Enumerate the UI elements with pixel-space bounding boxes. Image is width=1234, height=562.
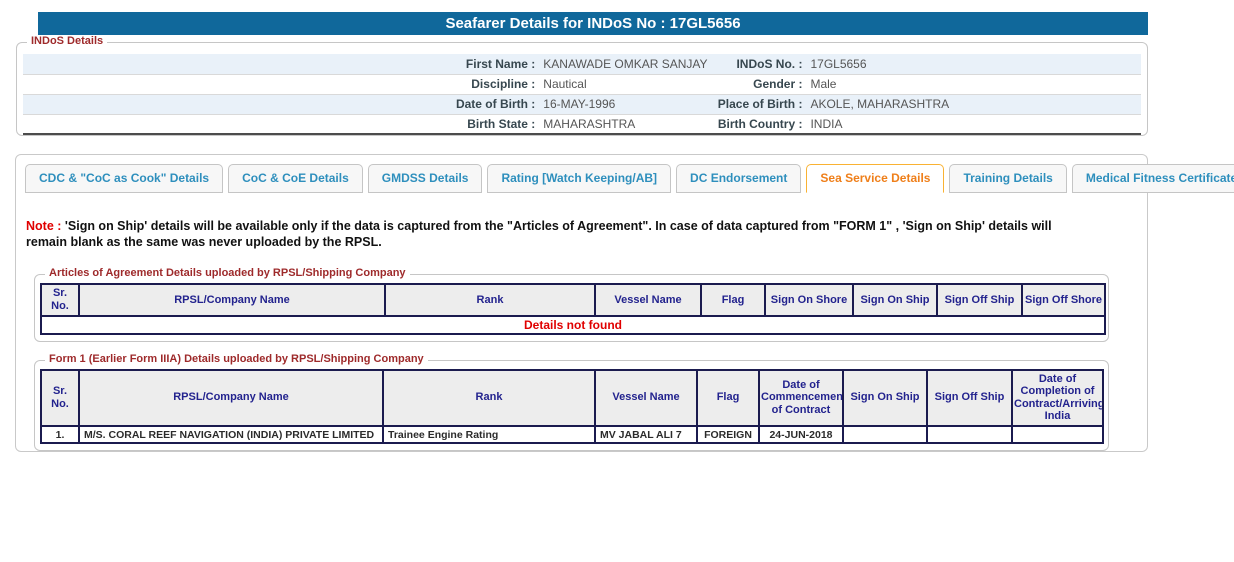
column-header-sr-no: Sr. No. — [41, 284, 79, 315]
column-header-date-of-commencement: Date of Commencement of Contract — [759, 370, 843, 427]
tab-sea-service-details[interactable]: Sea Service Details — [806, 164, 944, 193]
table-row: 1. M/S. CORAL REEF NAVIGATION (INDIA) PR… — [41, 426, 1103, 443]
column-header-sign-off-ship: Sign Off Ship — [937, 284, 1022, 315]
table-row: Birth State : MAHARASHTRA Birth Country … — [23, 114, 1141, 134]
tab-cdc-coc-as-cook-details[interactable]: CDC & "CoC as Cook" Details — [25, 164, 223, 193]
table-row: First Name : KANAWADE OMKAR SANJAY INDoS… — [23, 54, 1141, 74]
field-value-date-of-birth: 16-MAY-1996 — [539, 94, 711, 114]
table-header-row: Sr. No. RPSL/Company Name Rank Vessel Na… — [41, 370, 1103, 427]
field-value-discipline: Nautical — [539, 74, 711, 94]
tab-gmdss-details[interactable]: GMDSS Details — [368, 164, 483, 193]
field-label-birth-state: Birth State : — [23, 114, 539, 134]
tab-training-details[interactable]: Training Details — [949, 164, 1066, 193]
column-header-flag: Flag — [701, 284, 765, 315]
tab-content-panel: CDC & "CoC as Cook" Details CoC & CoE De… — [15, 154, 1148, 452]
field-label-birth-country: Birth Country : — [712, 114, 807, 134]
column-header-rpsl-company-name: RPSL/Company Name — [79, 284, 385, 315]
column-header-sr-no: Sr. No. — [41, 370, 79, 427]
field-label-place-of-birth: Place of Birth : — [712, 94, 807, 114]
tab-dc-endorsement[interactable]: DC Endorsement — [676, 164, 801, 193]
tab-rating-watch-keeping-ab[interactable]: Rating [Watch Keeping/AB] — [487, 164, 671, 193]
field-value-indos-no: 17GL5656 — [806, 54, 1141, 74]
field-label-first-name: First Name : — [23, 54, 539, 74]
tab-bar: CDC & "CoC as Cook" Details CoC & CoE De… — [16, 155, 1147, 193]
field-value-gender: Male — [806, 74, 1141, 94]
field-label-indos-no: INDoS No. : — [712, 54, 807, 74]
cell-flag: FOREIGN — [697, 426, 759, 443]
form1-details-panel: Form 1 (Earlier Form IIIA) Details uploa… — [34, 360, 1109, 452]
column-header-sign-off-ship: Sign Off Ship — [927, 370, 1012, 427]
articles-of-agreement-panel: Articles of Agreement Details uploaded b… — [34, 274, 1109, 341]
field-value-birth-country: INDIA — [806, 114, 1141, 134]
cell-sign-on-ship — [843, 426, 927, 443]
cell-sr-no: 1. — [41, 426, 79, 443]
field-label-discipline: Discipline : — [23, 74, 539, 94]
column-header-rank: Rank — [385, 284, 595, 315]
field-label-date-of-birth: Date of Birth : — [23, 94, 539, 114]
column-header-sign-off-shore: Sign Off Shore — [1022, 284, 1105, 315]
column-header-sign-on-shore: Sign On Shore — [765, 284, 853, 315]
form1-details-table: Sr. No. RPSL/Company Name Rank Vessel Na… — [40, 369, 1104, 445]
indos-details-table: First Name : KANAWADE OMKAR SANJAY INDoS… — [23, 54, 1141, 135]
articles-of-agreement-caption: Articles of Agreement Details uploaded b… — [45, 267, 410, 279]
field-value-place-of-birth: AKOLE, MAHARASHTRA — [806, 94, 1141, 114]
column-header-vessel-name: Vessel Name — [595, 370, 697, 427]
column-header-rpsl-company-name: RPSL/Company Name — [79, 370, 383, 427]
cell-date-of-commencement: 24-JUN-2018 — [759, 426, 843, 443]
cell-rank: Trainee Engine Rating — [383, 426, 595, 443]
table-row: Date of Birth : 16-MAY-1996 Place of Bir… — [23, 94, 1141, 114]
cell-sign-off-ship — [927, 426, 1012, 443]
details-not-found-message: Details not found — [41, 316, 1105, 334]
tab-coc-coe-details[interactable]: CoC & CoE Details — [228, 164, 363, 193]
column-header-vessel-name: Vessel Name — [595, 284, 701, 315]
table-row: Discipline : Nautical Gender : Male — [23, 74, 1141, 94]
indos-details-panel: INDoS Details First Name : KANAWADE OMKA… — [16, 42, 1148, 136]
form1-details-caption: Form 1 (Earlier Form IIIA) Details uploa… — [45, 353, 428, 365]
column-header-rank: Rank — [383, 370, 595, 427]
column-header-flag: Flag — [697, 370, 759, 427]
column-header-date-of-completion: Date of Completion of Contract/Arriving … — [1012, 370, 1103, 427]
cell-date-of-completion — [1012, 426, 1103, 443]
field-value-birth-state: MAHARASHTRA — [539, 114, 711, 134]
cell-rpsl-company-name: M/S. CORAL REEF NAVIGATION (INDIA) PRIVA… — [79, 426, 383, 443]
tab-medical-fitness-certificate[interactable]: Medical Fitness Certificate — [1072, 164, 1234, 193]
column-header-sign-on-ship: Sign On Ship — [843, 370, 927, 427]
note: Note : 'Sign on Ship' details will be av… — [26, 219, 1085, 250]
note-text: 'Sign on Ship' details will be available… — [26, 219, 1052, 249]
field-value-first-name: KANAWADE OMKAR SANJAY — [539, 54, 711, 74]
note-label: Note : — [26, 219, 61, 233]
cell-vessel-name: MV JABAL ALI 7 — [595, 426, 697, 443]
table-header-row: Sr. No. RPSL/Company Name Rank Vessel Na… — [41, 284, 1105, 315]
field-label-gender: Gender : — [712, 74, 807, 94]
page-title: Seafarer Details for INDoS No : 17GL5656 — [38, 12, 1148, 35]
articles-of-agreement-table: Sr. No. RPSL/Company Name Rank Vessel Na… — [40, 283, 1106, 334]
indos-details-legend: INDoS Details — [27, 35, 107, 47]
table-row: Details not found — [41, 316, 1105, 334]
column-header-sign-on-ship: Sign On Ship — [853, 284, 937, 315]
